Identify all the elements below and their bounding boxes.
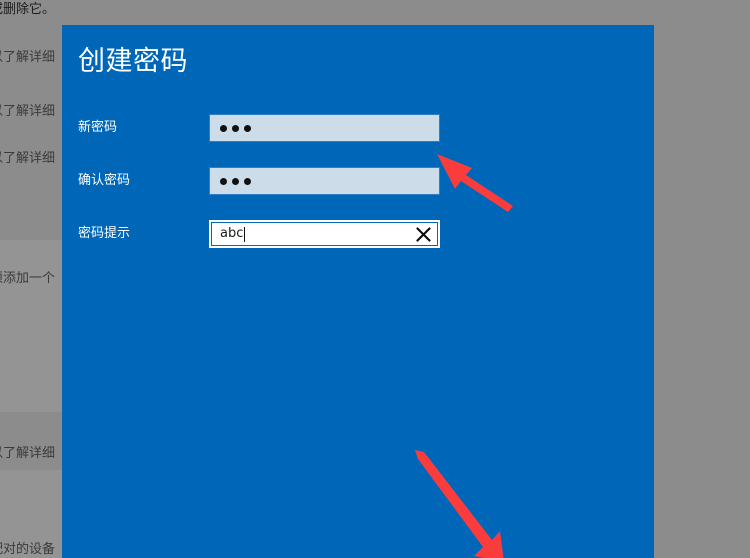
- new-password-input[interactable]: [209, 114, 440, 142]
- background-text-line: 或删除它。: [0, 2, 56, 17]
- background-card: [0, 240, 62, 412]
- page-title: 创建密码: [78, 46, 188, 77]
- background-text-line: 以了解详细: [0, 446, 56, 461]
- form-row-confirm-password: 确认密码: [78, 166, 638, 196]
- clear-icon[interactable]: [412, 223, 434, 245]
- confirm-password-input[interactable]: [209, 167, 440, 195]
- create-password-panel: 创建密码 新密码 确认密码 密码提示 abc: [62, 25, 654, 558]
- new-password-masked-value: [220, 124, 251, 132]
- label-confirm-password: 确认密码: [78, 173, 131, 188]
- password-dot: [232, 124, 239, 132]
- form-row-new-password: 新密码: [78, 113, 638, 143]
- form-row-password-hint: 密码提示 abc: [78, 219, 638, 249]
- label-password-hint: 密码提示: [78, 226, 131, 241]
- label-new-password: 新密码: [78, 120, 118, 135]
- background-text-line: 以了解详细: [0, 50, 56, 65]
- password-dot: [244, 124, 251, 132]
- password-dot: [220, 177, 227, 185]
- background-text-line: 须添加一个: [0, 271, 56, 286]
- background-text-line: 以了解详细: [0, 151, 56, 166]
- password-hint-value: abc: [220, 226, 244, 241]
- confirm-password-masked-value: [220, 177, 251, 185]
- background-text-line: 配对的设备: [0, 542, 56, 557]
- password-dot: [232, 177, 239, 185]
- background-text-line: 以了解详细: [0, 104, 56, 119]
- text-cursor: [244, 226, 246, 242]
- password-dot: [244, 177, 251, 185]
- password-dot: [220, 124, 227, 132]
- screenshot-root: 或删除它。以了解详细以了解详细以了解详细须添加一个以了解详细配对的设备 创建密码…: [0, 0, 750, 558]
- password-hint-input[interactable]: abc: [209, 220, 440, 248]
